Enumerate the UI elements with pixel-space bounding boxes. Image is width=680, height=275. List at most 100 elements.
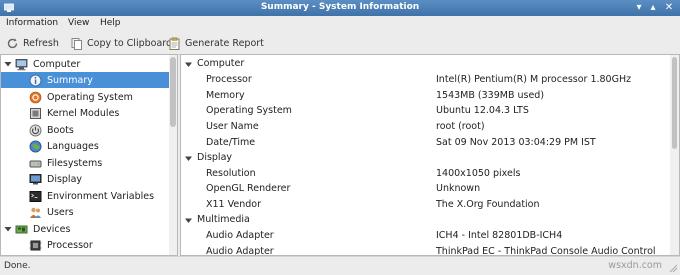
tree-item-label: Devices	[33, 223, 71, 235]
refresh-icon	[7, 38, 18, 48]
tree-item-kernel-modules[interactable]: Kernel Modules	[1, 105, 169, 121]
report-label: Generate Report	[185, 37, 264, 49]
detail-key: Processor	[206, 74, 252, 85]
tree-item-display[interactable]: Display	[1, 171, 169, 187]
tree-scrollbar[interactable]	[169, 55, 177, 255]
resize-grip-icon[interactable]	[668, 263, 678, 273]
users-icon	[30, 207, 41, 218]
clipboard-icon	[71, 37, 82, 50]
devices-icon	[15, 225, 28, 233]
tree-item-label: Boots	[47, 124, 74, 136]
detail-row-processor[interactable]: Processor Intel(R) Pentium(R) M processo…	[181, 72, 669, 88]
close-icon[interactable]: ✕	[662, 1, 676, 15]
generate-report-button[interactable]: Generate Report	[168, 35, 264, 51]
tree-item-label: Users	[47, 206, 74, 218]
display-icon	[29, 173, 42, 184]
menu-view[interactable]: View	[68, 18, 89, 28]
menu-information[interactable]: Information	[6, 18, 58, 28]
tree-item-operating-system[interactable]: Operating System	[1, 89, 169, 105]
copy-label: Copy to Clipboard	[87, 37, 173, 49]
detail-value: Sat 09 Nov 2013 03:04:29 PM IST	[436, 137, 596, 148]
tree-item-languages[interactable]: Languages	[1, 138, 169, 154]
status-bar: Done. wsxdn.com	[0, 256, 680, 275]
tree-item-label: Summary	[47, 74, 93, 86]
section-label: Display	[197, 152, 233, 163]
copy-to-clipboard-button[interactable]: Copy to Clipboard	[70, 35, 172, 51]
tree-item-processor[interactable]: Processor	[1, 237, 169, 253]
collapse-arrow-icon[interactable]	[185, 217, 192, 224]
watermark: wsxdn.com	[608, 260, 662, 271]
detail-row-audio-adapter[interactable]: Audio Adapter ICH4 - Intel 82801DB-ICH4	[181, 228, 669, 244]
report-icon	[169, 37, 180, 50]
collapse-arrow-icon[interactable]	[185, 61, 192, 68]
detail-value: ICH4 - Intel 82801DB-ICH4	[436, 230, 563, 241]
tree-item-label: Computer	[33, 58, 81, 70]
maximize-icon[interactable]: ▴	[646, 1, 660, 15]
detail-key: User Name	[206, 121, 259, 132]
detail-row-date-time[interactable]: Date/Time Sat 09 Nov 2013 03:04:29 PM IS…	[181, 135, 669, 151]
detail-value: Ubuntu 12.04.3 LTS	[436, 105, 529, 116]
detail-value: Intel(R) Pentium(R) M processor 1.80GHz	[436, 74, 632, 85]
title-bar[interactable]: Summary - System Information ▾ ▴ ✕	[0, 0, 680, 16]
detail-value: 1543MB (339MB used)	[436, 90, 545, 101]
modules-icon	[30, 107, 41, 119]
detail-value: Unknown	[436, 183, 481, 194]
tree-item-summary[interactable]: Summary	[1, 72, 169, 88]
details-scrollbar-thumb[interactable]	[672, 57, 677, 149]
environment-icon	[29, 190, 42, 202]
section-display[interactable]: Display	[181, 150, 669, 166]
detail-key: Date/Time	[206, 137, 256, 148]
section-label: Computer	[197, 58, 245, 69]
toolbar: Refresh Copy to Clipboard Generate Repor…	[0, 31, 680, 55]
tree-item-label: Processor	[47, 239, 93, 251]
refresh-button[interactable]: Refresh	[6, 35, 59, 51]
detail-row-audio-adapter[interactable]: Audio Adapter ThinkPad EC - ThinkPad Con…	[181, 244, 669, 256]
detail-row-opengl-renderer[interactable]: OpenGL Renderer Unknown	[181, 181, 669, 197]
tree-item-users[interactable]: Users	[1, 204, 169, 220]
details-scrollbar[interactable]	[670, 55, 679, 255]
detail-key: X11 Vendor	[206, 199, 261, 210]
detail-value: The X.Org Foundation	[436, 199, 540, 210]
minimize-icon[interactable]: ▾	[632, 1, 646, 15]
detail-key: Resolution	[206, 168, 256, 179]
detail-row-memory[interactable]: Memory 1543MB (339MB used)	[181, 88, 669, 104]
tree-item-label: Environment Variables	[47, 190, 155, 202]
window-title: Summary - System Information	[260, 2, 420, 12]
detail-key: Operating System	[206, 105, 292, 116]
tree-item-label: Kernel Modules	[47, 107, 120, 119]
details-panel[interactable]: Computer Processor Intel(R) Pentium(R) M…	[180, 54, 680, 256]
tree-scrollbar-thumb[interactable]	[170, 57, 176, 127]
filesystems-icon	[29, 160, 42, 167]
tree-item-devices[interactable]: Devices	[1, 221, 169, 237]
collapse-arrow-icon[interactable]	[185, 155, 192, 162]
detail-value: root (root)	[436, 121, 485, 132]
os-icon	[29, 91, 42, 103]
detail-value: ThinkPad EC - ThinkPad Console Audio Con…	[436, 246, 656, 256]
tree-item-label: Display	[47, 173, 83, 185]
collapse-arrow-icon[interactable]	[4, 225, 12, 233]
collapse-arrow-icon[interactable]	[4, 60, 12, 68]
processor-icon	[29, 240, 42, 250]
tree-item-boots[interactable]: Boots	[1, 122, 169, 138]
detail-key: Audio Adapter	[206, 246, 274, 256]
tree-item-environment-variables[interactable]: Environment Variables	[1, 188, 169, 204]
category-tree[interactable]: Computer Summary Operating System Kernel…	[0, 54, 178, 256]
detail-row-resolution[interactable]: Resolution 1400x1050 pixels	[181, 166, 669, 182]
computer-icon	[15, 58, 28, 70]
detail-key: Audio Adapter	[206, 230, 274, 241]
tree-item-filesystems[interactable]: Filesystems	[1, 155, 169, 171]
system-information-window: Summary - System Information ▾ ▴ ✕ Infor…	[0, 0, 680, 275]
tree-item-label: Filesystems	[47, 157, 103, 169]
power-icon	[29, 124, 42, 136]
menu-help[interactable]: Help	[100, 18, 121, 28]
section-multimedia[interactable]: Multimedia	[181, 212, 669, 228]
detail-row-x11-vendor[interactable]: X11 Vendor The X.Org Foundation	[181, 197, 669, 213]
status-text: Done.	[4, 261, 31, 271]
section-computer[interactable]: Computer	[181, 56, 669, 72]
detail-key: Memory	[206, 90, 245, 101]
detail-row-operating-system[interactable]: Operating System Ubuntu 12.04.3 LTS	[181, 103, 669, 119]
detail-value: 1400x1050 pixels	[436, 168, 521, 179]
detail-row-user-name[interactable]: User Name root (root)	[181, 119, 669, 135]
tree-item-label: Languages	[47, 140, 99, 152]
tree-item-computer[interactable]: Computer	[1, 56, 169, 72]
